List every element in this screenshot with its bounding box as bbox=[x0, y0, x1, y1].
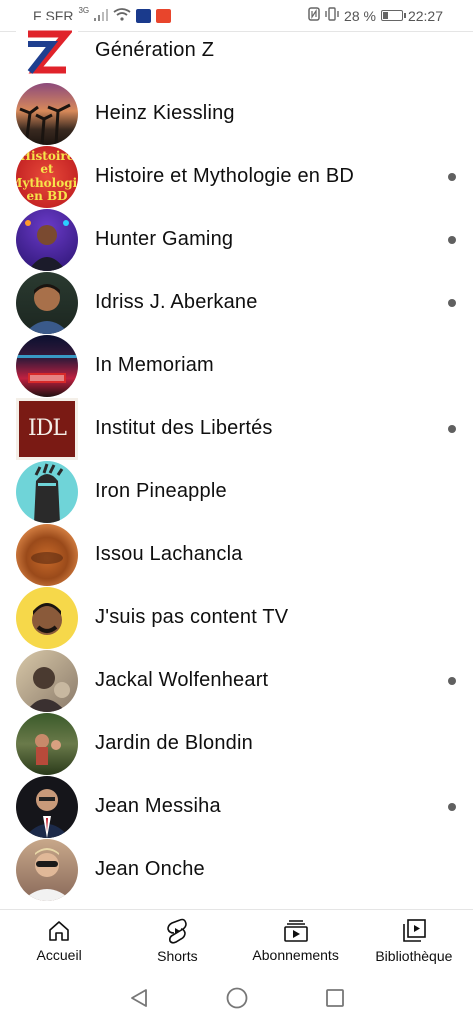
channel-avatar[interactable] bbox=[16, 82, 78, 145]
channel-name[interactable]: Jackal Wolfenheart bbox=[95, 669, 268, 692]
channel-name[interactable]: Jean Messiha bbox=[95, 795, 221, 818]
channel-row[interactable]: Jackal Wolfenheart bbox=[0, 649, 473, 712]
channel-name[interactable]: Institut des Libertés bbox=[95, 417, 273, 440]
nav-library[interactable]: Bibliothèque bbox=[355, 910, 473, 972]
channel-row[interactable]: In Memoriam bbox=[0, 334, 473, 397]
new-content-dot bbox=[448, 676, 456, 685]
channel-avatar[interactable] bbox=[16, 775, 78, 838]
new-content-dot bbox=[448, 235, 456, 244]
nav-library-label: Bibliothèque bbox=[375, 948, 453, 964]
system-navigation-bar bbox=[0, 971, 473, 1024]
channel-avatar[interactable] bbox=[16, 712, 78, 775]
channel-row[interactable]: Issou Lachancla bbox=[0, 523, 473, 586]
channel-avatar[interactable] bbox=[16, 460, 78, 523]
new-content-dot bbox=[448, 802, 456, 811]
nav-subscriptions[interactable]: Abonnements bbox=[237, 910, 355, 972]
nav-home[interactable]: Accueil bbox=[0, 910, 118, 972]
home-icon bbox=[47, 919, 71, 943]
channel-name[interactable]: Génération Z bbox=[95, 39, 214, 62]
bottom-navigation: Accueil Shorts Abonnements Bibliothèque bbox=[0, 909, 473, 972]
channel-name[interactable]: Histoire et Mythologie en BD bbox=[95, 165, 354, 188]
channel-name[interactable]: In Memoriam bbox=[95, 354, 214, 377]
library-icon bbox=[401, 918, 427, 944]
back-icon[interactable] bbox=[128, 987, 150, 1009]
channel-name[interactable]: Heinz Kiessling bbox=[95, 102, 235, 125]
subscriptions-list[interactable]: Génération Z Heinz Kiessling HistoireetM… bbox=[0, 19, 473, 901]
channel-name[interactable]: J'suis pas content TV bbox=[95, 606, 288, 629]
channel-row[interactable]: Hunter Gaming bbox=[0, 208, 473, 271]
channel-avatar[interactable] bbox=[16, 649, 78, 712]
channel-row[interactable]: Jean Messiha bbox=[0, 775, 473, 838]
channel-row[interactable]: J'suis pas content TV bbox=[0, 586, 473, 649]
channel-avatar[interactable]: HistoireetMythologieen BD bbox=[16, 145, 78, 208]
nav-shorts[interactable]: Shorts bbox=[118, 910, 236, 972]
channel-name[interactable]: Iron Pineapple bbox=[95, 480, 227, 503]
nav-home-label: Accueil bbox=[36, 947, 82, 963]
channel-avatar[interactable]: IDL bbox=[16, 397, 78, 460]
channel-row[interactable]: Jardin de Blondin bbox=[0, 712, 473, 775]
shorts-icon bbox=[165, 918, 189, 944]
channel-name[interactable]: Jardin de Blondin bbox=[95, 732, 253, 755]
channel-avatar[interactable] bbox=[16, 838, 78, 901]
channel-name[interactable]: Issou Lachancla bbox=[95, 543, 243, 566]
channel-row[interactable]: IDL Institut des Libertés bbox=[0, 397, 473, 460]
channel-name[interactable]: Idriss J. Aberkane bbox=[95, 291, 258, 314]
nav-shorts-label: Shorts bbox=[157, 948, 198, 964]
channel-row[interactable]: Iron Pineapple bbox=[0, 460, 473, 523]
new-content-dot bbox=[448, 172, 456, 181]
channel-name[interactable]: Hunter Gaming bbox=[95, 228, 233, 251]
channel-avatar[interactable] bbox=[16, 19, 78, 82]
channel-row[interactable]: Idriss J. Aberkane bbox=[0, 271, 473, 334]
recents-icon[interactable] bbox=[324, 987, 346, 1009]
channel-avatar[interactable] bbox=[16, 523, 78, 586]
channel-avatar[interactable] bbox=[16, 271, 78, 334]
channel-avatar[interactable] bbox=[16, 586, 78, 649]
channel-avatar[interactable] bbox=[16, 334, 78, 397]
channel-row[interactable]: HistoireetMythologieen BD Histoire et My… bbox=[0, 145, 473, 208]
subscriptions-icon bbox=[283, 919, 309, 943]
nav-subscriptions-label: Abonnements bbox=[252, 947, 339, 963]
channel-row[interactable]: Jean Onche bbox=[0, 838, 473, 901]
channel-row[interactable]: Génération Z bbox=[0, 19, 473, 82]
channel-row[interactable]: Heinz Kiessling bbox=[0, 82, 473, 145]
new-content-dot bbox=[448, 424, 456, 433]
network-type: 3G bbox=[78, 6, 90, 15]
channel-name[interactable]: Jean Onche bbox=[95, 858, 205, 881]
channel-avatar[interactable] bbox=[16, 208, 78, 271]
new-content-dot bbox=[448, 298, 456, 307]
home-circle-icon[interactable] bbox=[225, 986, 249, 1010]
